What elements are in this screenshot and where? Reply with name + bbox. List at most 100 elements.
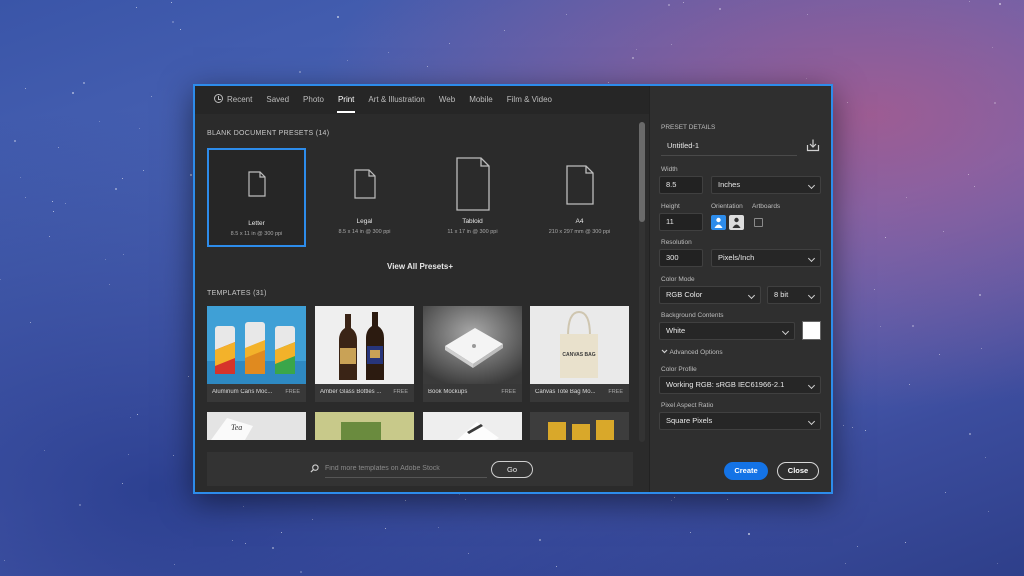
star: [123, 254, 125, 256]
advanced-options-toggle[interactable]: Advanced Options: [661, 348, 723, 356]
scrollbar-thumb[interactable]: [639, 122, 645, 222]
color-profile-select[interactable]: Working RGB: sRGB IEC61966-2.1: [659, 376, 821, 394]
template-card-cans[interactable]: Aluminum Cans Moc... FREE: [207, 306, 306, 402]
tab-photo[interactable]: Photo: [296, 86, 331, 114]
star: [748, 532, 751, 535]
star: [467, 553, 469, 555]
template-name: Amber Glass Bottles ...: [320, 389, 382, 395]
star: [105, 259, 107, 261]
bit-depth-select[interactable]: 8 bit: [767, 286, 821, 304]
landscape-orientation-button[interactable]: [729, 215, 744, 230]
star: [985, 456, 987, 458]
star: [52, 211, 54, 213]
star: [3, 559, 5, 561]
star: [994, 101, 997, 104]
template-card-partial[interactable]: Tea: [207, 412, 306, 440]
pixel-aspect-ratio-select[interactable]: Square Pixels: [659, 412, 821, 430]
color-profile-label: Color Profile: [661, 366, 697, 373]
template-card-book[interactable]: Book Mockups FREE: [423, 306, 522, 402]
orientation-label: Orientation: [711, 203, 743, 210]
go-button[interactable]: Go: [491, 461, 533, 478]
template-card-partial[interactable]: [530, 412, 629, 440]
star: [968, 1, 970, 3]
stock-search-bar: Go: [207, 452, 633, 486]
star: [727, 498, 729, 500]
cans-thumbnail: [207, 306, 306, 384]
resolution-field[interactable]: 300: [659, 249, 703, 267]
star: [190, 173, 193, 176]
star: [906, 197, 908, 199]
blank-presets-count: (14): [315, 130, 330, 137]
chevron-down-icon: [807, 417, 816, 426]
tab-film-video[interactable]: Film & Video: [500, 86, 559, 114]
tab-recent[interactable]: Recent: [207, 86, 259, 114]
tab-saved[interactable]: Saved: [259, 86, 296, 114]
preset-size: 210 x 297 mm @ 300 ppi: [548, 229, 611, 235]
star: [78, 503, 81, 506]
star: [969, 432, 972, 435]
template-card-partial[interactable]: [423, 412, 522, 440]
stock-search-input[interactable]: [325, 460, 487, 478]
chevron-down-icon: [781, 327, 790, 336]
color-mode-value: RGB Color: [666, 290, 703, 299]
tab-web[interactable]: Web: [432, 86, 462, 114]
resolution-unit-value: Pixels/Inch: [718, 253, 755, 262]
star: [555, 566, 557, 568]
width-field[interactable]: 8.5: [659, 176, 703, 194]
tab-print[interactable]: Print: [331, 86, 361, 114]
bottles-thumbnail: [315, 306, 414, 384]
star: [57, 146, 59, 148]
color-mode-select[interactable]: RGB Color: [659, 286, 761, 304]
background-contents-label: Background Contents: [661, 312, 724, 319]
star: [19, 177, 21, 179]
templates-count: (31): [253, 290, 267, 297]
artboards-checkbox[interactable]: [754, 218, 763, 227]
preset-legal[interactable]: Legal 8.5 x 14 in @ 300 ppi: [315, 148, 414, 247]
star: [127, 453, 129, 455]
preset-letter[interactable]: Letter 8.5 x 11 in @ 300 ppi: [207, 148, 306, 247]
width-unit-select[interactable]: Inches: [711, 176, 821, 194]
template-card-bottles[interactable]: Amber Glass Bottles ... FREE: [315, 306, 414, 402]
star: [138, 128, 140, 130]
star: [231, 540, 233, 542]
star: [846, 102, 848, 104]
star: [980, 348, 982, 350]
star: [83, 82, 86, 85]
save-preset-icon[interactable]: [806, 138, 820, 152]
star: [109, 283, 111, 285]
star: [143, 169, 144, 171]
view-all-presets-link[interactable]: View All Presets+: [387, 262, 453, 271]
document-icon: [565, 165, 594, 205]
tab-art-illustration[interactable]: Art & Illustration: [361, 86, 431, 114]
preset-size: 8.5 x 14 in @ 300 ppi: [338, 229, 391, 235]
star: [136, 7, 138, 9]
background-color-swatch[interactable]: [802, 321, 821, 340]
tab-mobile[interactable]: Mobile: [462, 86, 500, 114]
template-card-tote[interactable]: CANVAS BAG Canvas Tote Bag Mo... FREE: [530, 306, 629, 402]
star: [98, 121, 100, 123]
preset-tabloid[interactable]: Tabloid 11 x 17 in @ 300 ppi: [423, 148, 522, 247]
document-icon: [353, 169, 376, 199]
create-button[interactable]: Create: [724, 462, 768, 480]
resolution-unit-select[interactable]: Pixels/Inch: [711, 249, 821, 267]
preset-a4[interactable]: A4 210 x 297 mm @ 300 ppi: [530, 148, 629, 247]
document-name-field[interactable]: Untitled-1: [661, 138, 797, 156]
bit-depth-value: 8 bit: [774, 290, 789, 299]
background-contents-select[interactable]: White: [659, 322, 795, 340]
portrait-orientation-button[interactable]: [711, 215, 726, 230]
blank-presets-title: BLANK DOCUMENT PRESETS: [207, 130, 314, 137]
height-field[interactable]: 11: [659, 213, 703, 231]
preset-name: Letter: [248, 220, 265, 227]
template-card-partial[interactable]: [315, 412, 414, 440]
landscape-icon: [732, 217, 741, 228]
star: [851, 427, 853, 429]
presets-scrollbar[interactable]: [639, 122, 645, 442]
star: [670, 499, 672, 501]
template-name: Canvas Tote Bag Mo...: [535, 389, 596, 395]
star: [904, 542, 906, 544]
close-button[interactable]: Close: [777, 462, 819, 480]
templates-heading: TEMPLATES (31): [207, 290, 267, 297]
preset-details-heading: PRESET DETAILS: [661, 124, 716, 131]
star: [565, 13, 567, 15]
chevron-down-icon: [747, 291, 756, 300]
